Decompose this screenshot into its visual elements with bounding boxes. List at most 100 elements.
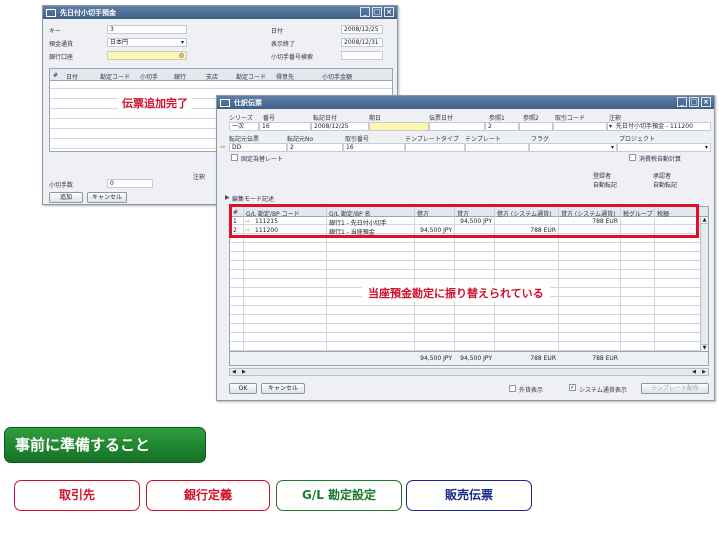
registrant-value: 自動転記 bbox=[593, 182, 618, 189]
section-title: 事前に準備すること bbox=[4, 427, 206, 463]
scroll-right-icon[interactable]: ▶ bbox=[702, 369, 706, 375]
fixed-rate-checkbox[interactable] bbox=[231, 154, 238, 161]
col-header-account[interactable]: 勘定コード bbox=[100, 72, 130, 81]
choose-from-list-icon[interactable]: ◎ bbox=[179, 52, 184, 59]
document-date-field[interactable] bbox=[429, 122, 485, 131]
document-added-callout: 伝票追加完了 bbox=[118, 93, 192, 113]
check-number-search-field[interactable] bbox=[341, 51, 383, 60]
scroll-down-icon[interactable]: ▼ bbox=[701, 344, 708, 351]
scroll-left-icon[interactable]: ◀ bbox=[232, 369, 236, 375]
number-field[interactable]: 16 bbox=[259, 122, 311, 131]
remarks-field[interactable]: ▾ 先日付小切手預金 - 111200 bbox=[607, 122, 711, 131]
scroll-right-icon[interactable]: ▶ bbox=[242, 369, 246, 375]
col-header-bank[interactable]: 銀行 bbox=[174, 72, 186, 81]
due-date-label: 期日 bbox=[369, 115, 382, 122]
template-distribution-button[interactable]: テンプレート配布 bbox=[641, 383, 709, 394]
currency-value: 日本円 bbox=[110, 39, 129, 46]
section-title-text: 事前に準備すること bbox=[15, 436, 151, 454]
template-field[interactable] bbox=[465, 143, 529, 152]
template-label: テンプレート bbox=[465, 136, 501, 143]
currency-select[interactable]: 日本円 ▾ bbox=[107, 38, 187, 47]
auto-tax-label: 消費税自動計算 bbox=[639, 156, 682, 163]
transaction-number-label: 取引番号 bbox=[345, 136, 370, 143]
check-count-field: 0 bbox=[107, 179, 153, 188]
date-field[interactable]: 2008/12/25 bbox=[341, 25, 383, 34]
close-icon[interactable]: × bbox=[384, 7, 394, 17]
ok-button[interactable]: OK bbox=[229, 383, 257, 394]
expand-arrow-icon[interactable]: ▶ bbox=[225, 194, 230, 201]
source-document-label: 転記元伝票 bbox=[229, 136, 260, 143]
col-header-check-amount[interactable]: 小切手金額 bbox=[322, 72, 352, 81]
window-title: 仕訳伝票 bbox=[234, 98, 262, 107]
ref2-label: 参照2 bbox=[523, 115, 539, 122]
system-currency-checkbox[interactable]: ✓ bbox=[569, 384, 576, 391]
currency-label: 預金通貨 bbox=[49, 41, 74, 48]
window-titlebar[interactable]: 先日付小切手預金 _ □ × bbox=[43, 6, 397, 19]
maximize-icon[interactable]: □ bbox=[689, 97, 699, 107]
total-debit: 94,500 JPY bbox=[420, 355, 452, 362]
posting-date-field[interactable]: 2008/12/25 bbox=[311, 122, 369, 131]
link-arrow-icon[interactable]: ⇨ bbox=[220, 143, 226, 151]
nav-button-sales-document[interactable]: 販売伝票 bbox=[406, 480, 532, 511]
due-date-field[interactable] bbox=[369, 122, 429, 131]
vertical-scrollbar[interactable]: ▲ ▼ bbox=[700, 217, 708, 351]
nav-button-customer[interactable]: 取引先 bbox=[14, 480, 140, 511]
window-titlebar[interactable]: 仕訳伝票 _ □ × bbox=[217, 96, 714, 109]
col-header-date[interactable]: 日付 bbox=[66, 72, 78, 81]
minimize-icon[interactable]: _ bbox=[360, 7, 370, 17]
ref2-field[interactable] bbox=[519, 122, 553, 131]
auto-tax-checkbox[interactable] bbox=[629, 154, 636, 161]
key-label: キー bbox=[49, 28, 62, 35]
display-end-field[interactable]: 2008/12/31 bbox=[341, 38, 383, 47]
source-document-field: DD bbox=[229, 143, 287, 152]
cancel-button[interactable]: キャンセル bbox=[261, 383, 305, 394]
add-button[interactable]: 追加 bbox=[49, 192, 83, 203]
project-field[interactable]: ▾ bbox=[617, 143, 711, 152]
nav-button-gl-account-setup[interactable]: G/L 勘定設定 bbox=[276, 480, 402, 511]
total-credit: 94,500 JPY bbox=[460, 355, 492, 362]
display-end-label: 表示終了 bbox=[271, 41, 296, 48]
flag-field[interactable]: ▾ bbox=[529, 143, 617, 152]
close-icon[interactable]: × bbox=[701, 97, 711, 107]
chevron-down-icon[interactable]: ▾ bbox=[611, 144, 614, 151]
window-title: 先日付小切手預金 bbox=[60, 8, 116, 17]
remarks-label: 注釈 bbox=[609, 115, 622, 122]
col-header-no[interactable]: # bbox=[53, 72, 58, 79]
system-currency-label: システム通貨表示 bbox=[579, 387, 627, 394]
remarks-label: 注釈 bbox=[193, 174, 206, 181]
nav-button-bank-definition[interactable]: 銀行定義 bbox=[146, 480, 270, 511]
check-count-label: 小切手数 bbox=[49, 182, 74, 189]
number-label: 番号 bbox=[263, 115, 276, 122]
ref1-label: 参照1 bbox=[489, 115, 505, 122]
bank-account-label: 銀行口座 bbox=[49, 54, 74, 61]
template-type-field[interactable] bbox=[405, 143, 465, 152]
chevron-down-icon[interactable]: ▾ bbox=[609, 123, 612, 130]
scroll-up-icon[interactable]: ▲ bbox=[701, 217, 708, 224]
col-header-branch[interactable]: 支店 bbox=[206, 72, 218, 81]
highlight-box bbox=[229, 204, 699, 238]
cancel-button[interactable]: キャンセル bbox=[87, 192, 127, 203]
col-header-account2[interactable]: 勘定コード bbox=[236, 72, 266, 81]
foreign-display-label: 外貨表示 bbox=[519, 387, 544, 394]
transaction-code-field[interactable] bbox=[553, 122, 607, 131]
horizontal-scrollbar[interactable]: ◀ ▶ ◀ ▶ bbox=[229, 368, 709, 376]
bank-account-field[interactable]: ◎ bbox=[107, 51, 187, 60]
check-number-search-label: 小切手番号検索 bbox=[271, 54, 314, 61]
foreign-display-checkbox[interactable] bbox=[509, 385, 516, 392]
edit-mode-label[interactable]: 編集モード記述 bbox=[232, 194, 274, 203]
scroll-left-icon[interactable]: ◀ bbox=[692, 369, 696, 375]
ref1-field[interactable]: 2 bbox=[485, 122, 519, 131]
chevron-down-icon[interactable]: ▾ bbox=[705, 144, 708, 151]
posting-date-label: 転記日付 bbox=[313, 115, 338, 122]
window-icon bbox=[46, 8, 56, 17]
minimize-icon[interactable]: _ bbox=[677, 97, 687, 107]
chevron-down-icon[interactable]: ▾ bbox=[181, 39, 184, 46]
flag-label: フラグ bbox=[531, 136, 550, 143]
col-header-check[interactable]: 小切手 bbox=[140, 72, 158, 81]
col-header-customer[interactable]: 得意先 bbox=[276, 72, 294, 81]
project-label: プロジェクト bbox=[619, 136, 656, 143]
key-field[interactable]: 3 bbox=[107, 25, 187, 34]
account-transfer-callout: 当座預金勘定に振り替えられている bbox=[362, 284, 550, 302]
maximize-icon[interactable]: □ bbox=[372, 7, 382, 17]
series-field[interactable]: 一次 bbox=[229, 122, 259, 131]
